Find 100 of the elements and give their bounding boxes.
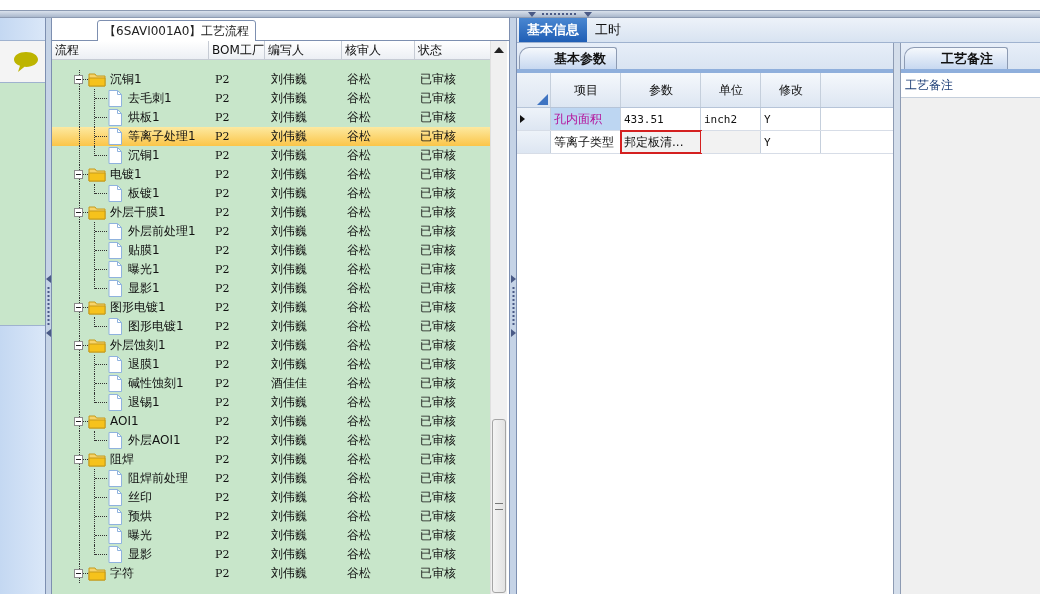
tree-row[interactable]: 曝光 P2 刘伟巍 谷松 已审核 (52, 526, 491, 545)
table-cell-text: 刘伟巍 (270, 451, 308, 468)
collapse-icon[interactable] (74, 208, 83, 217)
table-cell-text: 刘伟巍 (270, 147, 308, 164)
document-icon (108, 527, 122, 544)
tree-row[interactable]: 电镀1 P2 刘伟巍 谷松 已审核 (52, 165, 491, 184)
table-cell-text: 已审核 (419, 546, 457, 563)
tree-row[interactable]: 板镀1 P2 刘伟巍 谷松 已审核 (52, 184, 491, 203)
tree-row[interactable]: AOI1 P2 刘伟巍 谷松 已审核 (52, 412, 491, 431)
tree-row[interactable]: 阻焊 P2 刘伟巍 谷松 已审核 (52, 450, 491, 469)
table-cell-text: 已审核 (419, 242, 457, 259)
table-cell-text: 谷松 (346, 71, 372, 88)
folder-icon (88, 72, 106, 87)
table-cell-text: P2 (214, 490, 231, 506)
table-cell: inch2 (701, 108, 761, 130)
table-cell-text: 刘伟巍 (270, 565, 308, 582)
table-cell-text: 谷松 (346, 261, 372, 278)
splitter-grip-icon[interactable] (528, 12, 592, 18)
tree-row[interactable]: 碱性蚀刻1 P2 酒佳佳 谷松 已审核 (52, 374, 491, 393)
tree-row[interactable]: 丝印 P2 刘伟巍 谷松 已审核 (52, 488, 491, 507)
tree-row[interactable]: 显影1 P2 刘伟巍 谷松 已审核 (52, 279, 491, 298)
tree-row[interactable]: 预烘 P2 刘伟巍 谷松 已审核 (52, 507, 491, 526)
table-cell-text: 谷松 (346, 90, 372, 107)
table-cell-text: 谷松 (346, 223, 372, 240)
tree-row[interactable]: 外层蚀刻1 P2 刘伟巍 谷松 已审核 (52, 336, 491, 355)
column-header[interactable]: 单位 (701, 73, 761, 107)
tree-row[interactable]: 曝光1 P2 刘伟巍 谷松 已审核 (52, 260, 491, 279)
tree-row[interactable]: 图形电镀1 P2 刘伟巍 谷松 已审核 (52, 298, 491, 317)
tab[interactable]: 基本信息 (519, 18, 587, 42)
table-cell-text: 已审核 (419, 71, 457, 88)
column-header[interactable]: 项目 (551, 73, 621, 107)
collapse-icon[interactable] (74, 455, 83, 464)
tree-row[interactable]: 沉铜1 P2 刘伟巍 谷松 已审核 (52, 70, 491, 89)
table-cell-text: 已审核 (419, 223, 457, 240)
table-cell-text: P2 (214, 528, 231, 544)
column-header[interactable]: 流程 (52, 41, 209, 59)
tree-row[interactable]: 外层AOI1 P2 刘伟巍 谷松 已审核 (52, 431, 491, 450)
splitter-grip-icon[interactable] (46, 275, 51, 337)
tree-row[interactable]: 图形电镀1 P2 刘伟巍 谷松 已审核 (52, 317, 491, 336)
table-cell-text: P2 (214, 186, 231, 202)
tree-row[interactable]: 外层干膜1 P2 刘伟巍 谷松 已审核 (52, 203, 491, 222)
tree-node-label: 阻焊 (110, 451, 134, 468)
table-cell-text: P2 (214, 243, 231, 259)
column-header[interactable]: BOM工厂 (209, 41, 265, 59)
document-icon (108, 147, 122, 164)
collapse-icon[interactable] (74, 75, 83, 84)
tab[interactable]: 工时 (587, 18, 629, 42)
folder-icon (88, 452, 106, 467)
tree-row[interactable]: 等离子处理1 P2 刘伟巍 谷松 已审核 (52, 127, 491, 146)
column-header[interactable]: 核审人 (342, 41, 415, 59)
row-header[interactable] (517, 108, 551, 130)
table-cell: 孔内面积 (551, 108, 621, 130)
table-cell-text: 已审核 (419, 261, 457, 278)
folder-icon (88, 167, 106, 182)
table-cell-text: 谷松 (346, 337, 372, 354)
table-cell-text: 谷松 (346, 394, 372, 411)
column-header[interactable]: 编写人 (265, 41, 342, 59)
scrollbar-thumb[interactable] (492, 419, 506, 593)
tree-row[interactable]: 退膜1 P2 刘伟巍 谷松 已审核 (52, 355, 491, 374)
tree-row[interactable]: 外层前处理1 P2 刘伟巍 谷松 已审核 (52, 222, 491, 241)
column-header[interactable]: 参数 (621, 73, 701, 107)
table-cell-text: P2 (214, 110, 231, 126)
table-cell-text: 已审核 (419, 470, 457, 487)
collapse-icon[interactable] (74, 569, 83, 578)
tree-node-label: 板镀1 (128, 185, 160, 202)
collapse-icon[interactable] (74, 170, 83, 179)
tab[interactable]: 基本参数 (519, 47, 617, 69)
tree-row[interactable]: 沉铜1 P2 刘伟巍 谷松 已审核 (52, 146, 491, 165)
tree-row[interactable]: 贴膜1 P2 刘伟巍 谷松 已审核 (52, 241, 491, 260)
tree-row[interactable]: 退锡1 P2 刘伟巍 谷松 已审核 (52, 393, 491, 412)
document-icon (108, 223, 122, 240)
table-cell-text: P2 (214, 319, 231, 335)
tree-node-label: 图形电镀1 (110, 299, 166, 316)
tree-row[interactable]: 阻焊前处理 P2 刘伟巍 谷松 已审核 (52, 469, 491, 488)
scroll-up-icon[interactable] (494, 47, 504, 53)
table-cell-text: 已审核 (419, 451, 457, 468)
table-cell-text: 谷松 (346, 375, 372, 392)
table-cell-text: 已审核 (419, 109, 457, 126)
collapse-icon[interactable] (74, 303, 83, 312)
table-cell-text: 已审核 (419, 280, 457, 297)
collapse-icon[interactable] (74, 341, 83, 350)
table-cell-text: 谷松 (346, 109, 372, 126)
column-header[interactable]: 修改 (761, 73, 821, 107)
tree-node-label: 去毛刺1 (128, 90, 172, 107)
table-cell-text: 刘伟巍 (270, 394, 308, 411)
tree-row[interactable]: 去毛刺1 P2 刘伟巍 谷松 已审核 (52, 89, 491, 108)
tab[interactable]: 工艺备注 (904, 47, 1008, 69)
table-cell-text: 刘伟巍 (270, 128, 308, 145)
collapse-icon[interactable] (74, 417, 83, 426)
vertical-scrollbar[interactable] (490, 41, 507, 594)
tree-row[interactable]: 字符 P2 刘伟巍 谷松 已审核 (52, 564, 491, 583)
table-cell-text: 刘伟巍 (270, 242, 308, 259)
splitter-grip-icon[interactable] (510, 275, 516, 337)
table-cell-text: 已审核 (419, 299, 457, 316)
tree-node-label: 曝光1 (128, 261, 160, 278)
table-cell-text: 刘伟巍 (270, 413, 308, 430)
table-cell-text: 刘伟巍 (270, 71, 308, 88)
tree-row[interactable]: 显影 P2 刘伟巍 谷松 已审核 (52, 545, 491, 564)
folder-icon (88, 338, 106, 353)
document-icon (108, 109, 122, 126)
